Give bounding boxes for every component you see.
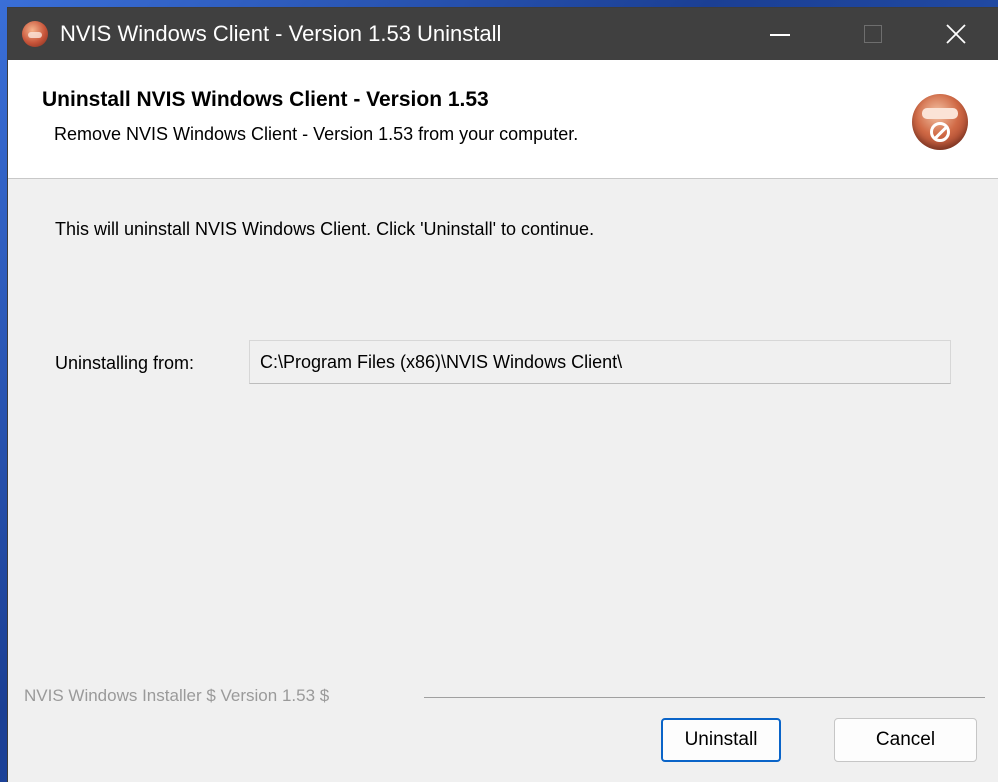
disc-label-band [922,108,958,119]
title-bar[interactable]: NVIS Windows Client - Version 1.53 Unins… [8,8,998,60]
cancel-button[interactable]: Cancel [834,718,977,762]
uninstall-button[interactable]: Uninstall [661,718,781,762]
minimize-icon [770,34,790,36]
app-icon [22,21,48,47]
uninstall-message: This will uninstall NVIS Windows Client.… [55,219,595,239]
no-entry-icon [930,122,950,142]
installer-branding: NVIS Windows Installer $ Version 1.53 $ [24,686,330,705]
uninstall-from-label: Uninstalling from: [55,353,195,373]
uninstall-dialog: NVIS Windows Client - Version 1.53 Unins… [8,8,998,782]
maximize-button [826,8,918,60]
maximize-icon [864,25,882,43]
branding-divider [424,697,985,698]
dialog-header: Uninstall NVIS Windows Client - Version … [8,60,998,179]
close-icon [946,24,966,44]
minimize-button[interactable] [734,8,826,60]
header-title: Uninstall NVIS Windows Client - Version … [42,88,489,111]
header-subtitle: Remove NVIS Windows Client - Version 1.5… [54,124,579,144]
uninstall-path-field[interactable]: C:\Program Files (x86)\NVIS Windows Clie… [249,340,951,384]
close-button[interactable] [914,8,998,60]
uninstall-disc-icon [912,94,968,150]
window-title: NVIS Windows Client - Version 1.53 Unins… [60,21,502,46]
